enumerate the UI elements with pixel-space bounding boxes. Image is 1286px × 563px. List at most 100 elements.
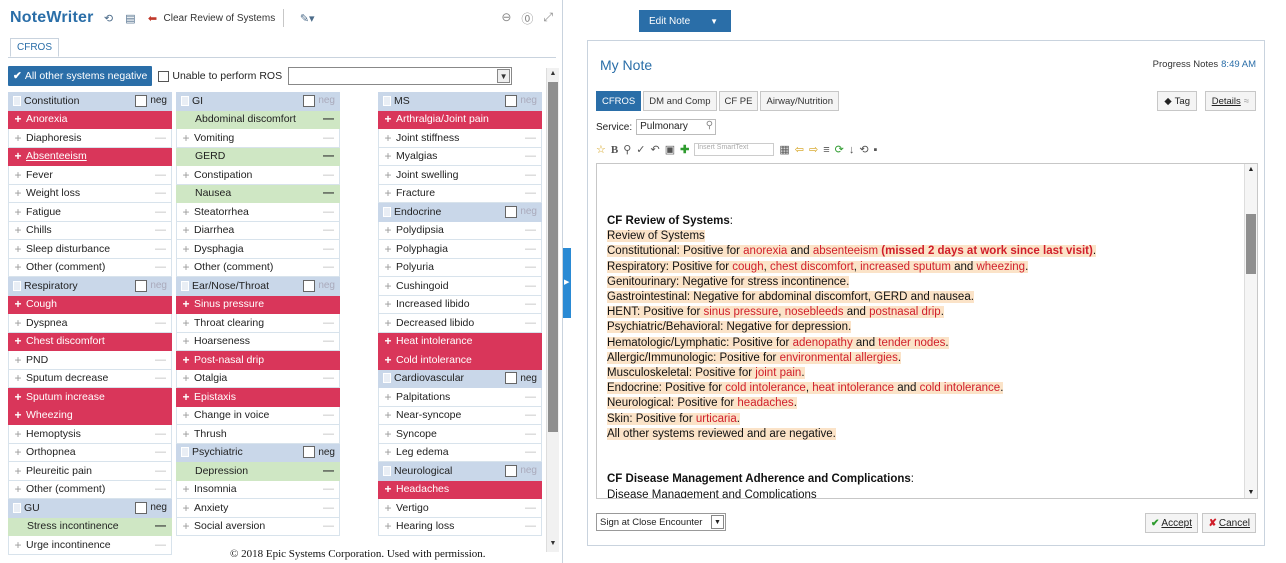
calendar-icon[interactable]: ▦ xyxy=(779,143,789,156)
plus-icon[interactable]: + xyxy=(13,390,23,404)
minus-icon[interactable]: — xyxy=(525,132,536,144)
neg-checkbox[interactable]: neg xyxy=(303,94,335,107)
plus-icon[interactable]: + xyxy=(383,279,393,293)
minus-icon[interactable]: — xyxy=(155,243,166,255)
plus-icon[interactable]: + xyxy=(181,242,191,256)
tab-cf-pe[interactable]: CF PE xyxy=(718,91,759,111)
search-icon[interactable]: ⚲ xyxy=(706,120,713,131)
smarttext-input[interactable]: Insert SmartText xyxy=(694,143,775,156)
checkbox[interactable] xyxy=(505,464,518,477)
plus-icon[interactable]: + xyxy=(13,242,23,256)
minus-icon[interactable]: — xyxy=(155,261,166,273)
checkbox[interactable] xyxy=(135,279,148,292)
minus-icon[interactable]: — xyxy=(525,280,536,292)
ros-dropdown[interactable]: ▼ xyxy=(288,67,513,85)
ros-item-dyspnea[interactable]: + Dyspnea — xyxy=(8,314,172,333)
ros-item-arthralgia-joint-pain[interactable]: + Arthralgia/Joint pain xyxy=(378,110,542,129)
list-icon[interactable]: ≡ xyxy=(823,144,829,156)
plus-icon[interactable]: + xyxy=(383,519,393,533)
ros-item-depression[interactable]: Depression — xyxy=(176,462,340,481)
section-header-cardiovascular[interactable]: Cardiovascular neg xyxy=(378,369,542,388)
minus-icon[interactable]: — xyxy=(155,354,166,366)
ros-item-near-syncope[interactable]: + Near-syncope — xyxy=(378,406,542,425)
ros-item-cushingoid[interactable]: + Cushingoid — xyxy=(378,277,542,296)
plus-icon[interactable]: + xyxy=(13,112,23,126)
minus-icon[interactable]: — xyxy=(323,520,334,532)
ros-item-palpitations[interactable]: + Palpitations — xyxy=(378,388,542,407)
plus-icon[interactable]: + xyxy=(13,482,23,496)
minus-icon[interactable]: — xyxy=(525,409,536,421)
minus-icon[interactable]: — xyxy=(323,243,334,255)
minimize-icon[interactable]: ⊖ xyxy=(501,10,511,27)
ros-item-polyphagia[interactable]: + Polyphagia — xyxy=(378,240,542,259)
panel-splitter[interactable]: ▶ xyxy=(563,248,571,318)
ros-item-chills[interactable]: + Chills — xyxy=(8,221,172,240)
tab-cfros-note[interactable]: CFROS xyxy=(596,91,642,111)
plus-icon[interactable]: + xyxy=(181,316,191,330)
plus-icon[interactable]: + xyxy=(13,371,23,385)
ros-item-vomiting[interactable]: + Vomiting — xyxy=(176,129,340,148)
plus-icon[interactable]: + xyxy=(13,316,23,330)
clear-ros-button[interactable]: Clear Review of Systems xyxy=(164,13,276,24)
ros-item-polydipsia[interactable]: + Polydipsia — xyxy=(378,221,542,240)
plus-icon[interactable]: + xyxy=(181,334,191,348)
minus-icon[interactable]: — xyxy=(525,150,536,162)
note-text-area[interactable]: CF Review of Systems: Review of Systems Co… xyxy=(596,163,1258,499)
ros-item-otalgia[interactable]: + Otalgia — xyxy=(176,369,340,388)
plus-icon[interactable]: + xyxy=(13,538,23,552)
minus-icon[interactable]: — xyxy=(323,502,334,514)
ros-item-abdominal-discomfort[interactable]: Abdominal discomfort — xyxy=(176,110,340,129)
minus-icon[interactable]: — xyxy=(323,465,334,477)
expand-icon[interactable]: ⤢ xyxy=(543,10,553,27)
ros-item-nausea[interactable]: Nausea — xyxy=(176,184,340,203)
collapse-arrow-icon[interactable]: ▶ xyxy=(564,278,569,286)
ros-item-fever[interactable]: + Fever — xyxy=(8,166,172,185)
checkbox[interactable] xyxy=(505,372,518,385)
plus-icon[interactable]: + xyxy=(13,168,23,182)
section-header-respiratory[interactable]: Respiratory neg xyxy=(8,277,172,296)
scroll-up-icon[interactable]: ▲ xyxy=(548,70,558,80)
plus-icon[interactable]: + xyxy=(13,149,23,163)
checkbox[interactable] xyxy=(303,94,316,107)
plus-icon[interactable]: + xyxy=(383,260,393,274)
plus-icon[interactable]: + xyxy=(181,297,191,311)
plus-icon[interactable]: + xyxy=(13,297,23,311)
section-header-gi[interactable]: GI neg xyxy=(176,92,340,111)
pencil-icon[interactable]: ✎▾ xyxy=(300,11,315,25)
plus-icon[interactable]: + xyxy=(181,427,191,441)
plus-icon[interactable]: + xyxy=(383,149,393,163)
ros-item-sputum-increase[interactable]: + Sputum increase xyxy=(8,388,172,407)
document-icon[interactable]: ▤ xyxy=(124,11,138,25)
plus-icon[interactable]: + xyxy=(181,223,191,237)
plus-icon[interactable]: + xyxy=(181,205,191,219)
ros-item-myalgias[interactable]: + Myalgias — xyxy=(378,147,542,166)
minus-icon[interactable]: — xyxy=(155,520,166,532)
minus-icon[interactable]: — xyxy=(155,465,166,477)
checkbox[interactable] xyxy=(505,94,518,107)
ros-item-syncope[interactable]: + Syncope — xyxy=(378,425,542,444)
ros-scrollbar[interactable]: ▲ ▼ xyxy=(546,68,559,552)
plus-icon[interactable]: + xyxy=(383,131,393,145)
plus-icon[interactable]: + xyxy=(383,297,393,311)
minus-icon[interactable]: — xyxy=(155,372,166,384)
add-icon[interactable]: ✚ xyxy=(680,143,689,156)
ros-item-sputum-decrease[interactable]: + Sputum decrease — xyxy=(8,369,172,388)
ros-item-fatigue[interactable]: + Fatigue — xyxy=(8,203,172,222)
plus-icon[interactable]: + xyxy=(13,260,23,274)
ros-item-diarrhea[interactable]: + Diarrhea — xyxy=(176,221,340,240)
undo-icon[interactable]: ↶ xyxy=(651,143,660,156)
plus-icon[interactable]: + xyxy=(383,427,393,441)
ros-item-leg-edema[interactable]: + Leg edema — xyxy=(378,443,542,462)
minus-icon[interactable]: — xyxy=(155,446,166,458)
section-header-ms[interactable]: MS neg xyxy=(378,92,542,111)
ros-item-absenteeism[interactable]: + Absenteeism xyxy=(8,147,172,166)
plus-icon[interactable]: + xyxy=(383,242,393,256)
checkbox[interactable] xyxy=(135,501,148,514)
ros-item-other-comment[interactable]: + Other (comment) — xyxy=(8,258,172,277)
edit-note-tab[interactable]: Edit Note ▼ xyxy=(639,10,731,32)
help-icon[interactable]: ⓪ xyxy=(521,10,533,27)
plus-icon[interactable]: + xyxy=(181,131,191,145)
neg-checkbox[interactable]: neg xyxy=(505,205,537,218)
ros-item-hoarseness[interactable]: + Hoarseness — xyxy=(176,332,340,351)
all-systems-negative-button[interactable]: ✔ All other systems negative xyxy=(8,66,153,86)
